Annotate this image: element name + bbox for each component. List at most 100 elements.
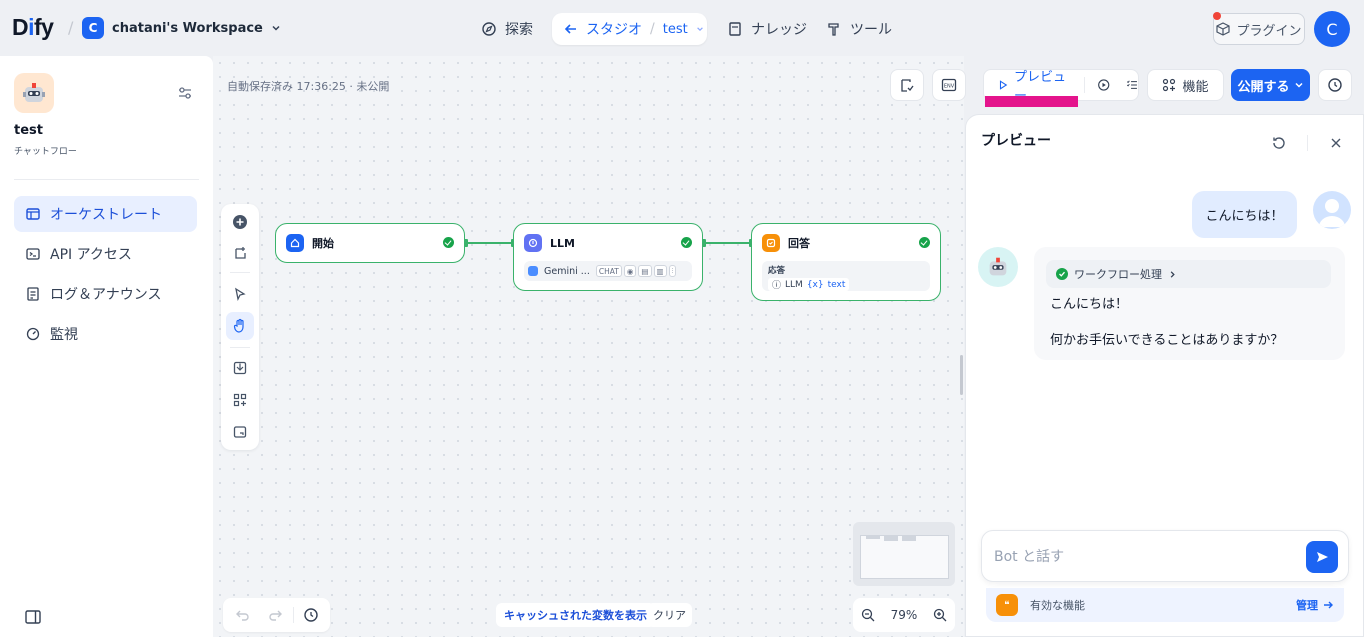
divider (1083, 77, 1085, 93)
nav-explore-label: 探索 (505, 22, 533, 38)
arrow-left-icon (564, 24, 576, 34)
version-history-button[interactable] (1318, 69, 1352, 101)
sidebar-item-label: オーケストレート (50, 207, 162, 223)
zoom-level[interactable]: 79% (891, 608, 918, 622)
show-cached-variables-button[interactable]: キャッシュされた変数を表示 (496, 603, 655, 627)
sliders-icon[interactable] (176, 84, 194, 102)
history-controls (223, 598, 330, 632)
dify-logo[interactable]: Dify (12, 14, 54, 41)
manage-link[interactable]: 管理 (1296, 597, 1334, 613)
sidebar-item-monitoring[interactable]: 監視 (14, 316, 197, 352)
audio-icon: ⫶ (668, 265, 677, 277)
pointer-tool[interactable] (226, 280, 254, 308)
autosave-status: 自動保存済み 17:36:25 · 未公開 (227, 80, 390, 93)
bot-text-line: 何かお手伝いできることはありますか？ (1050, 333, 1284, 348)
node-llm[interactable]: LLM Gemini ... CHAT ◉ ▤ ▥ ⫶ (513, 223, 703, 291)
hand-tool[interactable] (226, 312, 254, 340)
list-check-icon[interactable] (1126, 78, 1138, 92)
divider (1307, 135, 1308, 151)
nav-app-label: test (662, 21, 688, 37)
model-name: Gemini ... (544, 265, 590, 277)
home-icon (286, 234, 304, 252)
workspace-badge: C (82, 17, 104, 39)
divider (230, 272, 250, 273)
arrow-right-icon (1324, 601, 1333, 609)
gemini-icon (528, 266, 538, 276)
layout-icon (26, 208, 40, 220)
organize-nodes-button[interactable] (226, 386, 254, 414)
env-icon: ENV (941, 78, 957, 92)
answer-label: 応答 (768, 266, 786, 276)
add-node-button[interactable] (226, 208, 254, 236)
env-button[interactable]: ENV (932, 69, 966, 101)
note-icon (234, 246, 246, 259)
nav-explore[interactable]: 探索 (481, 13, 533, 45)
workspace-switcher[interactable]: C chatani's Workspace (82, 17, 281, 39)
plugins-label: プラグイン (1236, 23, 1302, 39)
preview-panel: プレビュー こんにちは！ ワークフロー処理 こんにちは！ 何かお手伝いできること… (965, 114, 1364, 637)
refresh-icon[interactable] (1271, 135, 1287, 151)
divider (230, 347, 250, 348)
nav-tools-label: ツール (850, 22, 892, 38)
divider (293, 607, 294, 623)
node-start[interactable]: 開始 (275, 223, 465, 263)
node-header: LLM (524, 234, 575, 252)
export-image-button[interactable] (226, 354, 254, 382)
workflow-process-toggle[interactable]: ワークフロー処理 (1046, 260, 1331, 288)
nav-knowledge-label: ナレッジ (751, 22, 807, 38)
answer-icon (762, 234, 780, 252)
plugins-button[interactable]: プラグイン (1213, 12, 1305, 45)
publish-button[interactable]: 公開する (1231, 69, 1310, 101)
preview-title: プレビュー (981, 133, 1051, 149)
workflow-canvas[interactable]: 自動保存済み 17:36:25 · 未公開 開始 LLM Gemini ... … (213, 56, 964, 637)
history-icon[interactable] (303, 607, 319, 623)
variable-name: text (827, 279, 846, 290)
add-note-button[interactable] (226, 239, 254, 267)
sidebar-item-logs[interactable]: ログ＆アナウンス (14, 276, 197, 312)
checklist-icon (900, 78, 914, 92)
success-check-icon (1056, 268, 1068, 280)
node-answer[interactable]: 回答 応答 ⓘ LLM {x} text (751, 223, 941, 301)
nav-tools[interactable]: ツール (826, 13, 892, 45)
user-avatar[interactable]: C (1314, 11, 1350, 47)
svg-text:ENV: ENV (944, 84, 955, 90)
sidebar-item-orchestrate[interactable]: オーケストレート (14, 196, 197, 232)
divider (14, 179, 199, 180)
book-icon (729, 22, 741, 36)
zoom-out-icon[interactable] (861, 608, 875, 622)
run-history-icon[interactable] (1097, 77, 1110, 93)
chat-input[interactable] (994, 545, 1294, 569)
top-nav: Dify / C chatani's Workspace 探索 スタジオ / t… (0, 0, 1364, 56)
redo-icon[interactable] (267, 607, 283, 623)
node-title: 回答 (788, 237, 810, 250)
history-icon (1328, 78, 1342, 92)
node-header: 開始 (286, 234, 334, 252)
chat-chip: CHAT (595, 265, 622, 277)
minimap[interactable] (853, 522, 955, 586)
sidebar-item-api[interactable]: API アクセス (14, 236, 197, 272)
features-button[interactable]: 機能 (1147, 69, 1224, 101)
document-icon (27, 287, 39, 301)
collapse-sidebar-icon[interactable] (24, 608, 42, 626)
nav-studio-label: スタジオ (586, 22, 642, 38)
minimap-toggle-button[interactable] (226, 418, 254, 446)
video-icon: ▥ (653, 265, 667, 277)
app-name: test (14, 123, 43, 138)
nav-knowledge[interactable]: ナレッジ (727, 13, 807, 45)
variable-source: LLM (785, 279, 803, 290)
canvas-toolbox (221, 204, 259, 450)
close-icon[interactable] (1328, 135, 1344, 151)
llm-icon (524, 234, 542, 252)
clear-button[interactable]: クリア (647, 603, 692, 627)
zoom-in-icon[interactable] (933, 608, 947, 622)
undo-icon[interactable] (235, 607, 251, 623)
send-button[interactable] (1306, 541, 1338, 573)
nav-studio[interactable]: スタジオ / test (552, 13, 707, 45)
variable-icon: {x} (806, 279, 824, 290)
minimap-viewport (860, 535, 949, 579)
edge-llm-answer (704, 242, 751, 244)
user-message: こんにちは！ (1192, 191, 1297, 238)
chevron-right-icon (1170, 270, 1175, 278)
checklist-button[interactable] (890, 69, 924, 101)
panel-resize-handle[interactable] (960, 355, 963, 395)
